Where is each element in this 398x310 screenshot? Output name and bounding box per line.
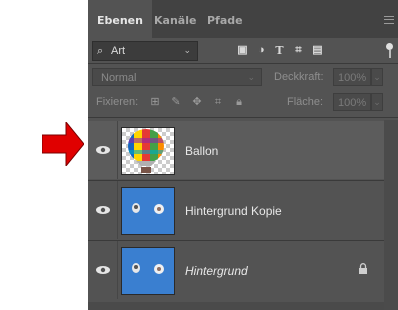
layer-thumbnail-sky[interactable]	[121, 247, 175, 295]
visibility-column-divider	[117, 181, 118, 239]
smart-object-filter-icon[interactable]: ▤	[311, 44, 324, 57]
shape-layer-filter-icon[interactable]: ⌗	[292, 44, 305, 57]
balloon-image-icon	[128, 129, 164, 173]
visibility-column-divider	[117, 121, 118, 179]
adjustment-layer-filter-icon[interactable]: ◑	[255, 44, 268, 57]
layer-row-hintergrund[interactable]: Hintergrund	[88, 241, 384, 299]
fill-field[interactable]: 100%	[333, 93, 371, 111]
layer-filter-select[interactable]: ⌕ Art ⌄	[92, 41, 198, 61]
eye-icon[interactable]	[95, 145, 111, 155]
sky-balloons-image-icon	[132, 263, 164, 274]
tab-pfade[interactable]: Pfade	[207, 0, 243, 38]
layer-name[interactable]: Ballon	[185, 144, 218, 158]
type-layer-filter-icon[interactable]: T	[273, 44, 286, 57]
lock-all-icon[interactable]: 🔒︎	[233, 96, 245, 108]
filter-type-label: Art	[111, 45, 126, 57]
sky-balloons-image-icon	[132, 203, 164, 214]
lock-image-pixels-icon[interactable]: ✎	[170, 96, 182, 108]
layers-panel: Ebenen Kanäle Pfade ⌕ Art ⌄ ▣ ◑ T ⌗ ▤ No…	[88, 0, 398, 310]
panel-menu-icon[interactable]	[384, 16, 394, 24]
lock-icon[interactable]	[358, 263, 368, 275]
blend-mode-value: Normal	[101, 72, 137, 84]
panel-tab-bar: Ebenen Kanäle Pfade	[88, 0, 398, 38]
panel-bottom-bar	[88, 302, 384, 310]
opacity-label: Deckkraft:	[274, 71, 324, 83]
layer-row-ballon[interactable]: Ballon	[88, 121, 384, 179]
layer-name[interactable]: Hintergrund	[185, 264, 248, 278]
lock-artboard-icon[interactable]: ⌗	[212, 96, 224, 108]
lock-transparent-pixels-icon[interactable]: ⊞	[149, 96, 161, 108]
layers-scrollbar[interactable]	[384, 120, 398, 310]
blend-mode-select[interactable]: Normal ⌄	[92, 68, 262, 86]
pixel-layer-filter-icon[interactable]: ▣	[236, 44, 249, 57]
layer-row-hintergrund-kopie[interactable]: Hintergrund Kopie	[88, 181, 384, 239]
layer-thumbnail-balloon[interactable]	[121, 127, 175, 175]
pointer-arrow-icon	[42, 122, 84, 166]
opacity-dropdown[interactable]: ⌄	[371, 68, 383, 86]
lock-position-icon[interactable]: ✥	[191, 96, 203, 108]
eye-icon[interactable]	[95, 265, 111, 275]
divider	[88, 117, 398, 118]
visibility-column-divider	[117, 241, 118, 299]
chevron-down-icon: ⌄	[247, 72, 255, 82]
filter-toggle-icon[interactable]	[386, 43, 393, 50]
fill-label: Fläche:	[287, 96, 324, 108]
opacity-field[interactable]: 100%	[333, 68, 371, 86]
search-icon: ⌕	[97, 45, 104, 57]
lock-label: Fixieren:	[96, 96, 139, 108]
fill-dropdown[interactable]: ⌄	[371, 93, 383, 111]
tab-kanaele[interactable]: Kanäle	[154, 0, 196, 38]
filter-toggle-stem	[389, 50, 391, 58]
divider	[88, 63, 398, 64]
layer-thumbnail-sky[interactable]	[121, 187, 175, 235]
eye-icon[interactable]	[95, 205, 111, 215]
tab-ebenen[interactable]: Ebenen	[88, 0, 152, 38]
layer-name[interactable]: Hintergrund Kopie	[185, 204, 282, 218]
chevron-down-icon: ⌄	[183, 45, 191, 55]
